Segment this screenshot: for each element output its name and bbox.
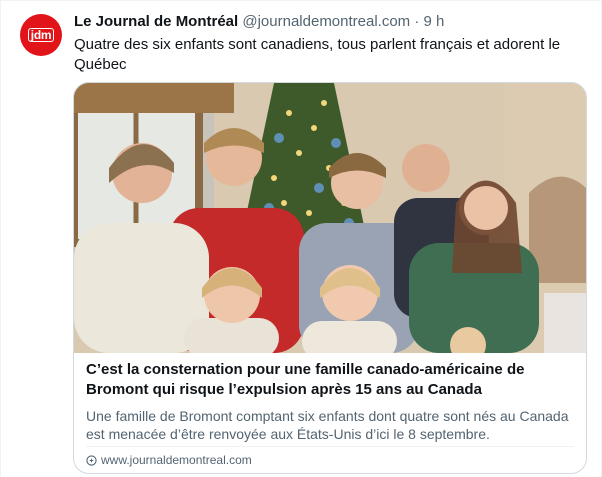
frame-top xyxy=(0,0,602,1)
card-description: Une famille de Bromont comptant six enfa… xyxy=(86,408,569,442)
tweet-text: Quatre des six enfants sont canadiens, t… xyxy=(74,36,561,73)
link-icon xyxy=(86,454,97,466)
family-photo-icon xyxy=(74,83,586,353)
account-name[interactable]: Le Journal de Montréal xyxy=(74,13,238,30)
post-time[interactable]: 9 h xyxy=(424,13,445,30)
card-url[interactable]: www.journaldemontreal.com xyxy=(86,452,252,468)
avatar[interactable]: jdm xyxy=(20,14,62,56)
card-image[interactable] xyxy=(74,83,586,353)
card-body: C’est la consternation pour une famille … xyxy=(86,360,576,443)
card-url-text[interactable]: www.journaldemontreal.com xyxy=(101,452,252,468)
card-title[interactable]: C’est la consternation pour une famille … xyxy=(86,360,576,400)
tweet-header: Le Journal de Montréal @journaldemontrea… xyxy=(74,12,444,32)
frame-left xyxy=(0,0,1,477)
link-card[interactable]: C’est la consternation pour une famille … xyxy=(73,82,587,474)
avatar-logo-text: jdm xyxy=(27,28,55,42)
account-handle[interactable]: @journaldemontreal.com xyxy=(242,13,410,30)
card-divider xyxy=(86,446,574,447)
separator-dot: · xyxy=(414,13,420,30)
